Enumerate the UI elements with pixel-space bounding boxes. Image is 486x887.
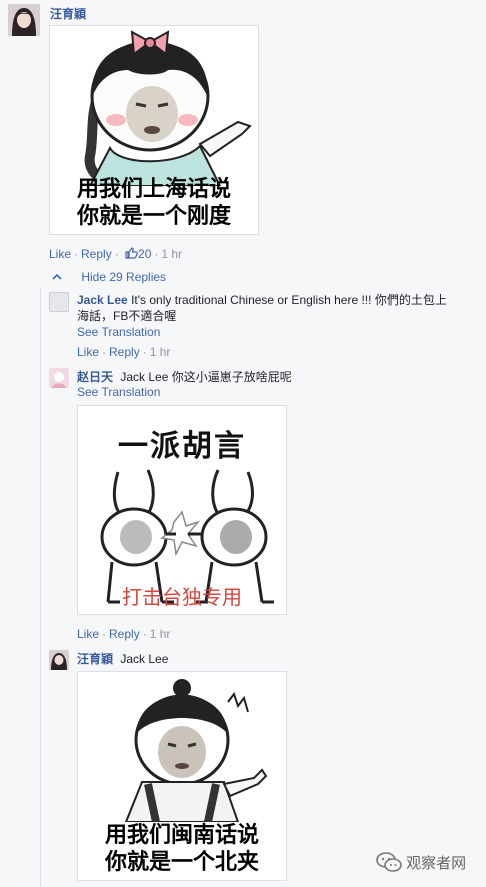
comment-author[interactable]: 汪育穎: [50, 5, 86, 22]
comment-image-meme[interactable]: 一派胡言 打击台独专用: [77, 405, 287, 615]
meme-title: 一派胡言: [118, 429, 246, 464]
avatar[interactable]: [49, 292, 69, 312]
timestamp[interactable]: 1 hr: [150, 345, 171, 359]
reply-mention[interactable]: Jack Lee: [120, 652, 168, 666]
reply-text: 你这小逼崽子放啥屁呢: [171, 370, 292, 384]
meme-caption-line1: 用我们闽南话说: [104, 823, 259, 848]
avatar[interactable]: [8, 4, 40, 36]
meme-cartoon-illustration: [124, 679, 268, 822]
reply-body: 赵日天 Jack Lee 你这小逼崽子放啥屁呢: [77, 369, 292, 385]
reply-text: It's only traditional Chinese or English…: [77, 293, 447, 323]
reply-button[interactable]: Reply: [109, 345, 140, 359]
comment-image-meme[interactable]: 用我们上海话说 你就是一个刚度: [49, 25, 259, 235]
avatar[interactable]: [49, 650, 69, 670]
like-button[interactable]: Like: [49, 247, 71, 261]
reply-author[interactable]: 赵日天: [77, 370, 113, 384]
avatar[interactable]: [49, 368, 69, 388]
user-photo: [49, 368, 69, 388]
meme-caption-line1: 用我们上海话说: [76, 177, 231, 202]
reply-actions: Like · Reply · 1 hr: [77, 345, 171, 359]
wechat-icon: [376, 852, 402, 872]
like-count-number: 20: [138, 247, 152, 261]
reply-author[interactable]: Jack Lee: [77, 293, 128, 307]
hide-replies-label: Hide 29 Replies: [81, 270, 167, 284]
chevron-up-icon: [52, 273, 62, 280]
user-photo: [8, 4, 40, 36]
timestamp[interactable]: 1 hr: [161, 247, 182, 261]
like-button[interactable]: Like: [77, 345, 99, 359]
meme-cartoon-illustration: [84, 30, 252, 186]
reply-author[interactable]: 汪育穎: [77, 652, 113, 666]
see-translation-link[interactable]: See Translation: [77, 385, 160, 399]
reply-button[interactable]: Reply: [81, 247, 112, 261]
thumbs-up-icon: [125, 247, 138, 259]
comment-actions: Like · Reply · 20 · 1 hr: [49, 247, 183, 261]
user-photo: [49, 650, 69, 670]
see-translation-link[interactable]: See Translation: [77, 325, 160, 339]
hide-replies-toggle[interactable]: Hide 29 Replies: [52, 270, 166, 284]
meme-subtitle: 打击台独专用: [122, 585, 242, 609]
reply-button[interactable]: Reply: [109, 627, 140, 641]
comment-image-meme[interactable]: 用我们闽南话说 你就是一个北夹: [77, 671, 287, 881]
reply-thread-line: [40, 287, 41, 887]
like-button[interactable]: Like: [77, 627, 99, 641]
like-count[interactable]: 20: [122, 247, 152, 261]
timestamp[interactable]: 1 hr: [150, 627, 171, 641]
reply-mention[interactable]: Jack Lee: [120, 370, 168, 384]
reply-actions: Like · Reply · 1 hr: [77, 627, 171, 641]
reply-body: 汪育穎 Jack Lee: [77, 651, 168, 667]
watermark: 观察者网: [376, 852, 466, 873]
meme-caption-line2: 你就是一个北夹: [104, 850, 259, 875]
meme-caption-line2: 你就是一个刚度: [76, 204, 231, 229]
watermark-text: 观察者网: [406, 855, 467, 872]
reply-body: Jack Lee It's only traditional Chinese o…: [77, 292, 457, 324]
default-avatar-icon: [50, 293, 68, 311]
